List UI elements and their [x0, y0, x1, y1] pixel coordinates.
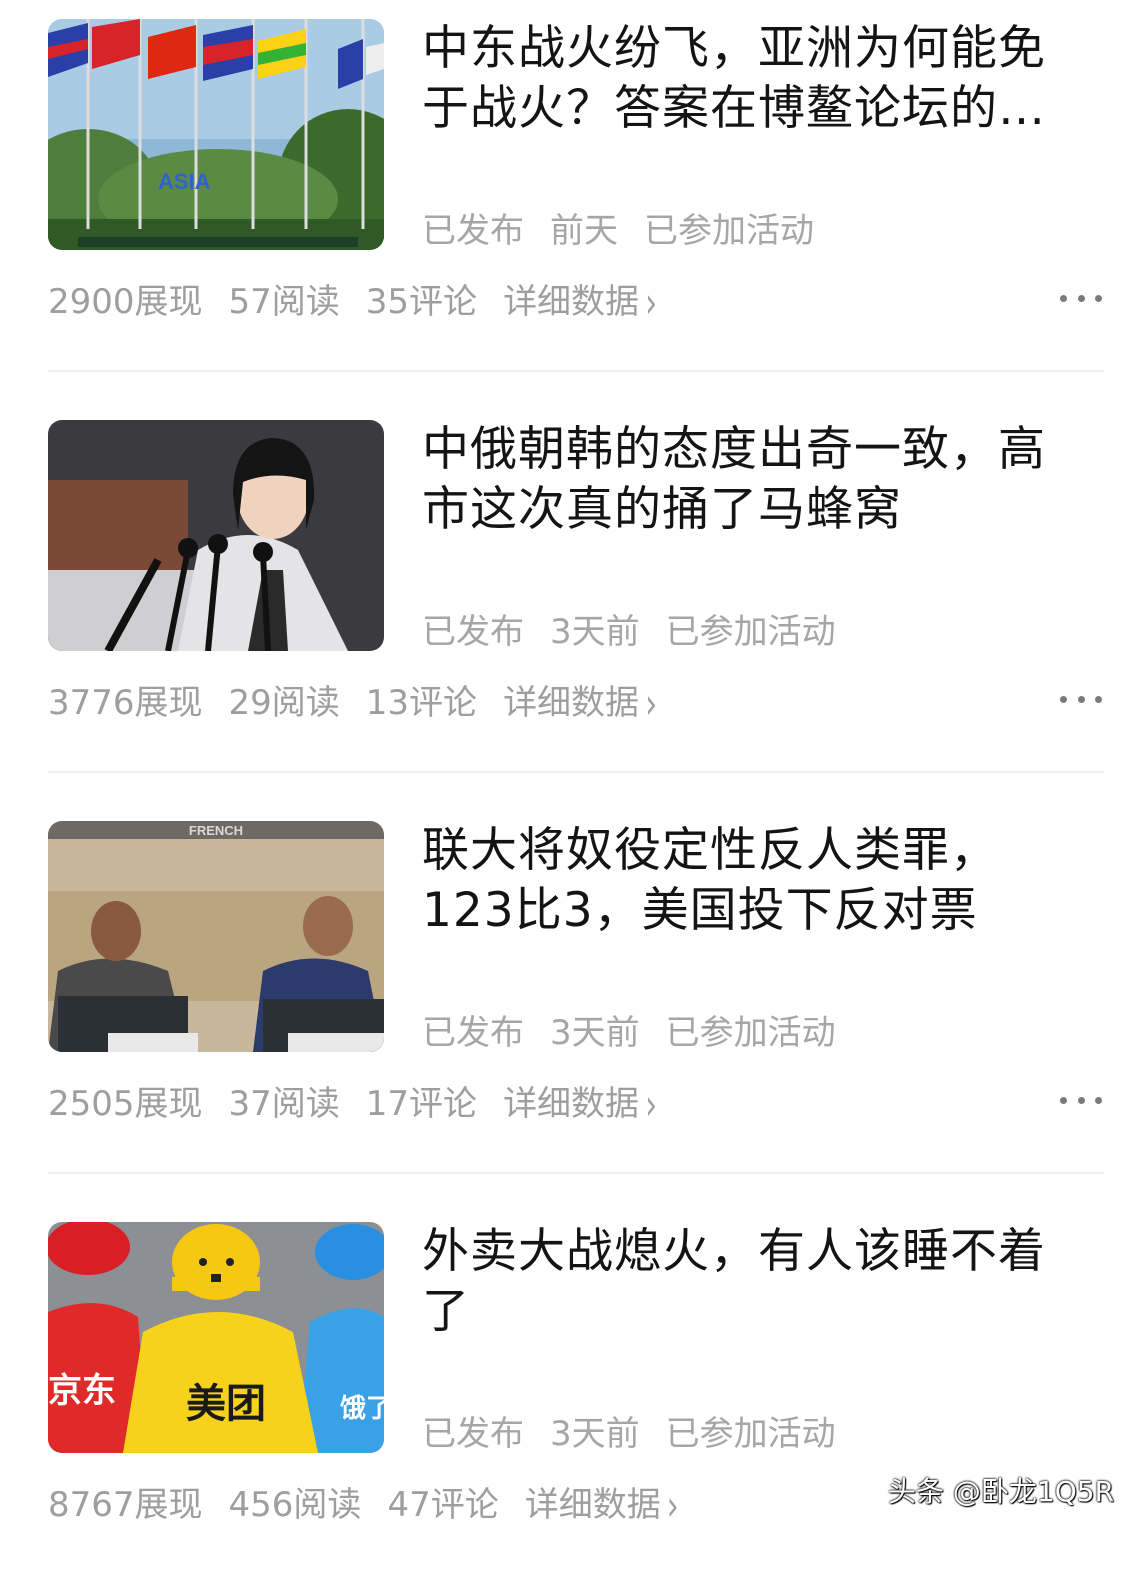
more-dots-icon[interactable] — [1060, 295, 1102, 305]
reads-count: 456阅读 — [228, 1485, 362, 1525]
publish-time: 前天 — [550, 211, 618, 251]
activity-status: 已参加活动 — [665, 1013, 836, 1053]
image-asia-text: ASIA — [158, 169, 211, 194]
article-title-4[interactable]: 外卖大战熄火，有人该睡不着了 — [422, 1222, 1090, 1342]
views-count: 3776展现 — [48, 683, 203, 723]
image-meituan-label: 美团 — [186, 1381, 266, 1427]
article-status-4: 已发布 3天前 已参加活动 — [422, 1406, 862, 1455]
publish-status: 已发布 — [422, 211, 524, 251]
activity-status: 已参加活动 — [665, 1414, 836, 1454]
article-stats-2: 3776展现 29阅读 13评论 详细数据 › — [48, 675, 709, 729]
detail-data-label: 详细数据 — [503, 1084, 640, 1124]
publish-status: 已发布 — [422, 1414, 524, 1454]
divider — [48, 370, 1104, 372]
article-title-2[interactable]: 中俄朝韩的态度出奇一致，高市这次真的捅了马蜂窝 — [422, 420, 1090, 540]
detail-data-link[interactable]: 详细数据 › — [503, 279, 683, 328]
article-status-1: 已发布 前天 已参加活动 — [422, 203, 840, 252]
article-stats-1: 2900展现 57阅读 35评论 详细数据 › — [48, 274, 709, 328]
chevron-right-icon: › — [666, 1482, 679, 1531]
chevron-right-icon: › — [645, 279, 658, 328]
chevron-right-icon: › — [645, 1081, 658, 1130]
article-card-2[interactable]: 中俄朝韩的态度出奇一致，高市这次真的捅了马蜂窝 已发布 3天前 已参加活动 3776… — [48, 420, 1104, 780]
detail-data-link[interactable]: 详细数据 › — [503, 1081, 683, 1130]
article-thumbnail-2[interactable] — [48, 420, 384, 651]
article-card-1[interactable]: ASIA 中东战火纷飞，亚洲为何能免于战火？答案在博鳌论坛的… 已发布 前天 已参加… — [48, 19, 1104, 379]
divider — [48, 1172, 1104, 1174]
detail-data-label: 详细数据 — [503, 683, 640, 723]
image-eleme-label: 饿了 — [339, 1394, 384, 1424]
publish-status: 已发布 — [422, 612, 524, 652]
article-title-1[interactable]: 中东战火纷飞，亚洲为何能免于战火？答案在博鳌论坛的… — [422, 19, 1090, 139]
detail-data-label: 详细数据 — [524, 1485, 661, 1525]
article-thumbnail-4[interactable]: 京东 美团 饿了 — [48, 1222, 384, 1453]
reads-count: 29阅读 — [228, 683, 340, 723]
image-french-text: FRENCH — [189, 823, 243, 838]
article-status-3: 已发布 3天前 已参加活动 — [422, 1005, 862, 1054]
chevron-right-icon: › — [645, 680, 658, 729]
detail-data-link[interactable]: 详细数据 › — [503, 680, 683, 729]
views-count: 2900展现 — [48, 282, 203, 322]
comments-count: 17评论 — [365, 1084, 478, 1124]
article-thumbnail-3[interactable]: FRENCH — [48, 821, 384, 1052]
views-count: 2505展现 — [48, 1084, 203, 1124]
detail-data-link[interactable]: 详细数据 › — [524, 1482, 705, 1531]
more-dots-icon[interactable] — [1060, 696, 1102, 706]
publish-time: 3天前 — [550, 1013, 640, 1053]
un-delegates-image: FRENCH — [48, 821, 384, 1052]
activity-status: 已参加活动 — [644, 211, 814, 251]
image-jd-label: 京东 — [48, 1371, 116, 1411]
delivery-riders-image: 京东 美团 饿了 — [48, 1222, 384, 1453]
article-stats-3: 2505展现 37阅读 17评论 详细数据 › — [48, 1076, 709, 1130]
publish-time: 3天前 — [550, 612, 640, 652]
forum-flags-image: ASIA — [48, 19, 384, 250]
publish-time: 3天前 — [550, 1414, 640, 1454]
views-count: 8767展现 — [48, 1485, 203, 1525]
article-card-4[interactable]: 京东 美团 饿了 外卖大战熄火，有人该睡不着了 已发布 3天前 已参加活动 8767… — [48, 1222, 1104, 1582]
more-dots-icon[interactable] — [1060, 1097, 1102, 1107]
publish-status: 已发布 — [422, 1013, 524, 1053]
activity-status: 已参加活动 — [665, 612, 836, 652]
article-thumbnail-1[interactable]: ASIA — [48, 19, 384, 250]
comments-count: 35评论 — [365, 282, 478, 322]
reads-count: 37阅读 — [228, 1084, 340, 1124]
reads-count: 57阅读 — [228, 282, 340, 322]
article-title-3[interactable]: 联大将奴役定性反人类罪，123比3，美国投下反对票 — [422, 821, 1090, 941]
comments-count: 47评论 — [387, 1485, 499, 1525]
article-card-3[interactable]: FRENCH 联大将奴役定性反人类罪，123比3，美国投下反对票 已发布 3天前已… — [48, 821, 1104, 1181]
speaker-photo-image — [48, 420, 384, 651]
article-stats-4: 8767展现 456阅读 47评论 详细数据 › — [48, 1477, 731, 1531]
comments-count: 13评论 — [365, 683, 478, 723]
article-status-2: 已发布 3天前 已参加活动 — [422, 604, 862, 653]
watermark: 头条 @卧龙1Q5R — [888, 1475, 1115, 1508]
detail-data-label: 详细数据 — [503, 282, 640, 322]
divider — [48, 771, 1104, 773]
